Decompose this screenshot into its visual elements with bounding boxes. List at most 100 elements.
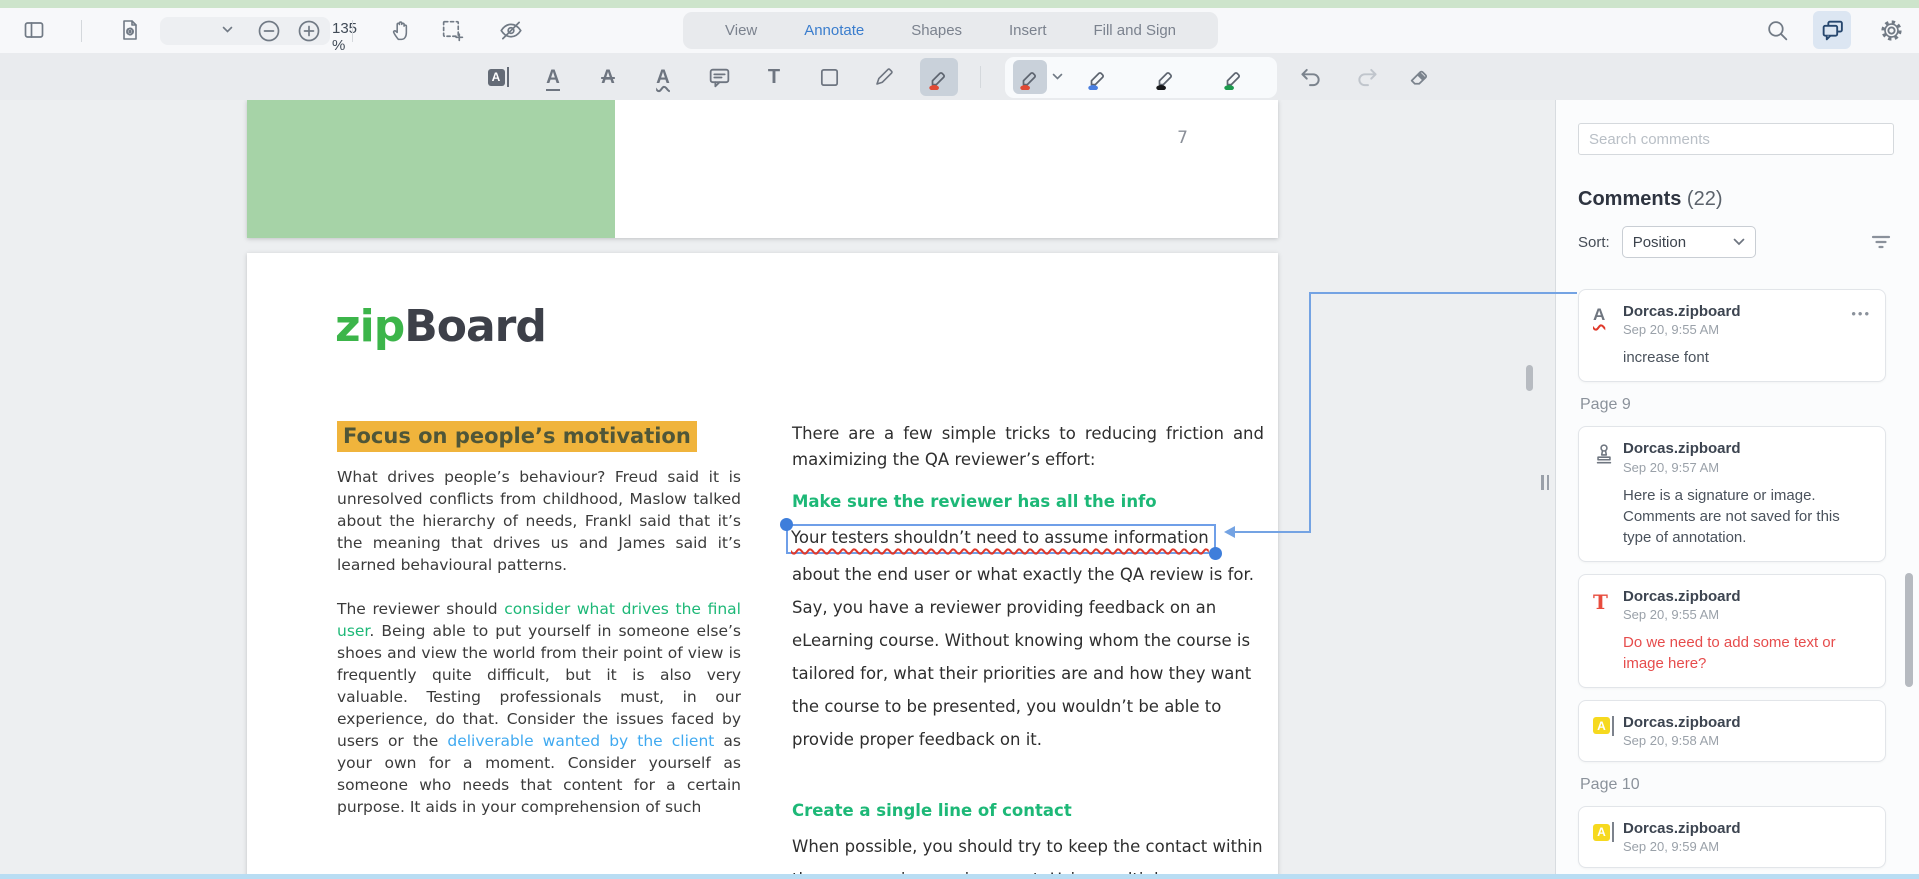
zipboard-logo: zipBoard bbox=[335, 301, 546, 352]
left-column: Focus on people’s motivation What drives… bbox=[337, 421, 741, 840]
marker-icon bbox=[1017, 64, 1043, 90]
undo-button[interactable] bbox=[1291, 58, 1329, 96]
left-paragraph-2: The reviewer should consider what drives… bbox=[337, 598, 741, 818]
hand-icon bbox=[390, 18, 415, 43]
hide-annotations-button[interactable] bbox=[492, 11, 530, 49]
freehand-highlighter-tool[interactable] bbox=[920, 58, 958, 96]
zoom-in-button[interactable] bbox=[294, 16, 324, 46]
pan-tool-button[interactable] bbox=[383, 11, 421, 49]
comment-card[interactable]: Dorcas.zipboard Sep 20, 9:55 AM Do we ne… bbox=[1578, 574, 1886, 688]
comment-card[interactable]: Dorcas.zipboard Sep 20, 9:55 AM ••• incr… bbox=[1578, 289, 1886, 382]
tab-fill-and-sign[interactable]: Fill and Sign bbox=[1093, 22, 1176, 39]
strikethrough-tool[interactable] bbox=[589, 58, 627, 96]
viewer-scrollbar-thumb[interactable] bbox=[1526, 365, 1533, 391]
more-options-icon[interactable]: ••• bbox=[1851, 306, 1871, 321]
sidebar-scrollbar-thumb[interactable] bbox=[1905, 573, 1913, 687]
eraser-button[interactable] bbox=[1400, 58, 1438, 96]
eye-slash-icon bbox=[498, 17, 524, 43]
sidebar-toggle-icon bbox=[22, 18, 46, 42]
zoom-out-button[interactable] bbox=[254, 16, 284, 46]
sort-label: Sort: bbox=[1578, 234, 1610, 251]
comments-sidebar: Comments (22) Sort: Position Dorcas.zipb… bbox=[1555, 100, 1919, 879]
highlight-annotation-icon bbox=[1593, 714, 1623, 736]
toolbar-divider bbox=[352, 20, 353, 42]
right-heading-1: Make sure the reviewer has all the info bbox=[792, 489, 1264, 515]
right-tail: When possible, you should try to keep th… bbox=[792, 830, 1264, 879]
page-section-label: Page 9 bbox=[1580, 396, 1891, 414]
comment-timestamp: Sep 20, 9:57 AM bbox=[1623, 460, 1741, 475]
search-comments-input[interactable] bbox=[1578, 123, 1894, 155]
redo-icon bbox=[1355, 64, 1381, 90]
comments-icon bbox=[1820, 18, 1845, 43]
highlight-annotation-icon bbox=[1593, 820, 1623, 842]
logo-zip: zip bbox=[335, 301, 404, 352]
search-button[interactable] bbox=[1758, 11, 1796, 49]
panel-resize-handle[interactable] bbox=[1541, 475, 1549, 490]
toolbar-divider bbox=[81, 20, 82, 42]
chevron-down-icon bbox=[1733, 238, 1745, 246]
page-7: 7 bbox=[247, 100, 1278, 238]
document-viewer[interactable]: 7 zipBoard Focus on people’s motivation … bbox=[0, 100, 1555, 879]
text-box-tool[interactable] bbox=[810, 58, 848, 96]
zoom-level-value[interactable]: 135 % bbox=[332, 20, 357, 54]
ink-pen-tool[interactable] bbox=[865, 58, 903, 96]
mode-tabs: View Annotate Shapes Insert Fill and Sig… bbox=[683, 12, 1218, 49]
marquee-select-button[interactable] bbox=[433, 11, 471, 49]
comment-card[interactable]: Dorcas.zipboard Sep 20, 9:58 AM bbox=[1578, 700, 1886, 762]
connector-line-horizontal-2 bbox=[1309, 292, 1577, 294]
tab-insert[interactable]: Insert bbox=[1009, 22, 1047, 39]
selected-annotation[interactable]: Your testers shouldn’t need to assume in… bbox=[786, 524, 1216, 554]
filter-icon[interactable] bbox=[1871, 234, 1891, 250]
tab-shapes[interactable]: Shapes bbox=[911, 22, 962, 39]
chevron-down-icon[interactable] bbox=[1052, 73, 1063, 81]
underline-tool[interactable] bbox=[534, 58, 572, 96]
comment-card[interactable]: Dorcas.zipboard Sep 20, 9:57 AM Here is … bbox=[1578, 426, 1886, 561]
squiggly-tool[interactable] bbox=[644, 58, 682, 96]
settings-button[interactable] bbox=[1872, 11, 1910, 49]
strikethrough-icon bbox=[601, 68, 615, 87]
page7-green-block bbox=[247, 100, 615, 238]
comment-header: Dorcas.zipboard Sep 20, 9:58 AM bbox=[1593, 714, 1871, 748]
sort-dropdown[interactable]: Position bbox=[1622, 226, 1756, 258]
comment-author: Dorcas.zipboard bbox=[1623, 440, 1741, 457]
comments-title-text: Comments bbox=[1578, 188, 1681, 210]
right-body: about the end user or what exactly the Q… bbox=[792, 558, 1264, 756]
page-settings-button[interactable] bbox=[111, 11, 149, 49]
tab-annotate[interactable]: Annotate bbox=[804, 22, 864, 39]
chevron-down-icon[interactable] bbox=[222, 26, 233, 34]
comment-author: Dorcas.zipboard bbox=[1623, 303, 1741, 320]
redo-button[interactable] bbox=[1349, 58, 1387, 96]
pen-preset-black[interactable] bbox=[1149, 60, 1183, 94]
comment-body: Do we need to add some text or image her… bbox=[1623, 632, 1871, 674]
page-number: 7 bbox=[1177, 128, 1188, 148]
search-icon bbox=[1765, 18, 1790, 43]
pen-preset-blue[interactable] bbox=[1081, 60, 1115, 94]
page-8: zipBoard Focus on people’s motivation Wh… bbox=[247, 253, 1278, 879]
sticky-note-tool[interactable] bbox=[700, 58, 738, 96]
toolbar-divider bbox=[980, 66, 981, 88]
highlight-text-tool[interactable] bbox=[479, 58, 517, 96]
annotate-toolbar bbox=[0, 53, 1919, 100]
para2-text: The reviewer should bbox=[337, 600, 504, 618]
stamp-annotation-icon bbox=[1593, 440, 1623, 466]
gear-icon bbox=[1879, 18, 1904, 43]
para2-blue-text: deliverable wanted by the client bbox=[447, 732, 714, 750]
free-text-tool[interactable] bbox=[755, 58, 793, 96]
comment-header: Dorcas.zipboard Sep 20, 9:55 AM bbox=[1593, 303, 1871, 337]
pen-preset-red[interactable] bbox=[1013, 60, 1047, 94]
selection-handle-top-left[interactable] bbox=[780, 518, 793, 531]
right-column: There are a few simple tricks to reducin… bbox=[792, 421, 1264, 879]
sidebar-toggle-button[interactable] bbox=[15, 11, 53, 49]
logo-board: Board bbox=[404, 301, 546, 352]
pen-preset-green[interactable] bbox=[1217, 60, 1251, 94]
comments-panel-toggle[interactable] bbox=[1813, 11, 1851, 49]
selection-handle-bottom-right[interactable] bbox=[1209, 547, 1222, 560]
marker-icon bbox=[1085, 64, 1111, 90]
comment-card[interactable]: Dorcas.zipboard Sep 20, 9:59 AM bbox=[1578, 806, 1886, 868]
left-paragraph-1: What drives people’s behaviour? Freud sa… bbox=[337, 466, 741, 576]
comment-author: Dorcas.zipboard bbox=[1623, 714, 1741, 731]
marquee-select-icon bbox=[440, 18, 465, 43]
pencil-icon bbox=[872, 65, 896, 89]
connector-line-vertical bbox=[1309, 292, 1311, 533]
tab-view[interactable]: View bbox=[725, 22, 757, 39]
